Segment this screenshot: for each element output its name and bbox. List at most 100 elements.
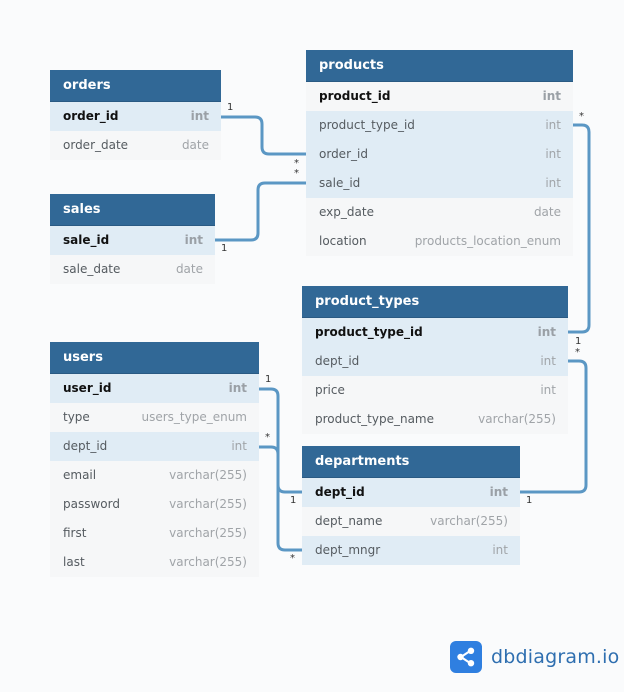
cardinality-many-product-types-dept: * [575, 347, 580, 358]
field-type: int [540, 383, 556, 397]
cardinality-one-product-types: 1 [575, 336, 582, 347]
field-row-sale-date[interactable]: sale_date date [50, 255, 215, 284]
field-name: exp_date [319, 205, 374, 219]
field-row-order-date[interactable]: order_date date [50, 131, 221, 160]
field-type: int [231, 439, 247, 453]
field-type: varchar(255) [169, 555, 247, 569]
table-header-departments[interactable]: departments [302, 446, 520, 478]
field-row-order-id[interactable]: order_id int [50, 102, 221, 131]
field-type: varchar(255) [169, 526, 247, 540]
field-row-dept-id[interactable]: dept_id int [302, 347, 568, 376]
field-row-product-type-id[interactable]: product_type_id int [306, 111, 573, 140]
field-row-user-id[interactable]: user_id int [50, 374, 259, 403]
table-header-sales[interactable]: sales [50, 194, 215, 226]
field-name: password [63, 497, 120, 511]
field-type: int [542, 89, 561, 103]
field-name: last [63, 555, 85, 569]
field-type: int [537, 325, 556, 339]
field-type: int [184, 233, 203, 247]
table-departments[interactable]: departments dept_id int dept_name varcha… [302, 446, 520, 565]
cardinality-many-products-sale: * [294, 168, 299, 179]
field-name: sale_id [63, 233, 110, 247]
field-name: dept_id [63, 439, 108, 453]
field-row-exp-date[interactable]: exp_date date [306, 198, 573, 227]
field-row-password[interactable]: password varchar(255) [50, 490, 259, 519]
field-type: varchar(255) [478, 412, 556, 426]
table-products[interactable]: products product_id int product_type_id … [306, 50, 573, 256]
table-product-types[interactable]: product_types product_type_id int dept_i… [302, 286, 568, 434]
field-type: int [492, 543, 508, 557]
field-row-type[interactable]: type users_type_enum [50, 403, 259, 432]
field-type: date [533, 205, 561, 219]
field-row-product-id[interactable]: product_id int [306, 82, 573, 111]
cardinality-one-sales: 1 [221, 243, 228, 254]
field-name: order_id [63, 109, 119, 123]
field-type: varchar(255) [169, 497, 247, 511]
field-row-price[interactable]: price int [302, 376, 568, 405]
brand-link[interactable]: dbdiagram.io [450, 641, 619, 673]
field-name: order_id [319, 147, 368, 161]
field-row-dept-name[interactable]: dept_name varchar(255) [302, 507, 520, 536]
table-orders[interactable]: orders order_id int order_date date [50, 70, 221, 160]
table-header-orders[interactable]: orders [50, 70, 221, 102]
field-type: int [489, 485, 508, 499]
field-name: dept_id [315, 354, 360, 368]
table-header-products[interactable]: products [306, 50, 573, 82]
field-name: price [315, 383, 345, 397]
field-name: location [319, 234, 367, 248]
table-sales[interactable]: sales sale_id int sale_date date [50, 194, 215, 284]
field-type: int [545, 147, 561, 161]
field-row-last[interactable]: last varchar(255) [50, 548, 259, 577]
field-name: product_type_id [319, 118, 415, 132]
field-type: int [545, 118, 561, 132]
field-name: product_type_name [315, 412, 434, 426]
field-name: email [63, 468, 97, 482]
cardinality-one-departments-right: 1 [526, 495, 533, 506]
field-name: product_type_id [315, 325, 423, 339]
field-row-dept-id[interactable]: dept_id int [302, 478, 520, 507]
field-row-location[interactable]: location products_location_enum [306, 227, 573, 256]
field-type: varchar(255) [430, 514, 508, 528]
cardinality-one-orders: 1 [227, 102, 234, 113]
cardinality-one-users: 1 [265, 374, 272, 385]
field-name: dept_id [315, 485, 365, 499]
link-sales-products [213, 181, 308, 242]
field-name: user_id [63, 381, 112, 395]
field-type: products_location_enum [414, 234, 561, 248]
field-row-order-id[interactable]: order_id int [306, 140, 573, 169]
field-type: date [181, 138, 209, 152]
field-name: dept_mngr [315, 543, 381, 557]
field-name: dept_name [315, 514, 383, 528]
table-header-product-types[interactable]: product_types [302, 286, 568, 318]
field-row-product-type-id[interactable]: product_type_id int [302, 318, 568, 347]
field-type: int [540, 354, 556, 368]
field-name: order_date [63, 138, 129, 152]
field-row-email[interactable]: email varchar(255) [50, 461, 259, 490]
table-users[interactable]: users user_id int type users_type_enum d… [50, 342, 259, 577]
field-name: sale_id [319, 176, 361, 190]
diagram-canvas[interactable]: orders order_id int order_date date sale… [0, 0, 624, 692]
field-type: int [228, 381, 247, 395]
field-name: first [63, 526, 87, 540]
field-type: int [190, 109, 209, 123]
field-name: sale_date [63, 262, 121, 276]
share-nodes-icon [450, 641, 482, 673]
cardinality-many-products-type: * [579, 111, 584, 122]
table-header-users[interactable]: users [50, 342, 259, 374]
field-type: varchar(255) [169, 468, 247, 482]
cardinality-many-departments-mngr: * [290, 553, 295, 564]
field-type: int [545, 176, 561, 190]
brand-name: dbdiagram.io [491, 646, 620, 668]
field-row-dept-mngr[interactable]: dept_mngr int [302, 536, 520, 565]
field-row-product-type-name[interactable]: product_type_name varchar(255) [302, 405, 568, 434]
field-row-first[interactable]: first varchar(255) [50, 519, 259, 548]
field-row-sale-id[interactable]: sale_id int [306, 169, 573, 198]
cardinality-one-departments-left: 1 [290, 495, 297, 506]
field-row-dept-id[interactable]: dept_id int [50, 432, 259, 461]
field-name: type [63, 410, 90, 424]
field-type: date [175, 262, 203, 276]
field-type: users_type_enum [141, 410, 247, 424]
field-name: product_id [319, 89, 391, 103]
field-row-sale-id[interactable]: sale_id int [50, 226, 215, 255]
cardinality-many-users-dept: * [265, 432, 270, 443]
